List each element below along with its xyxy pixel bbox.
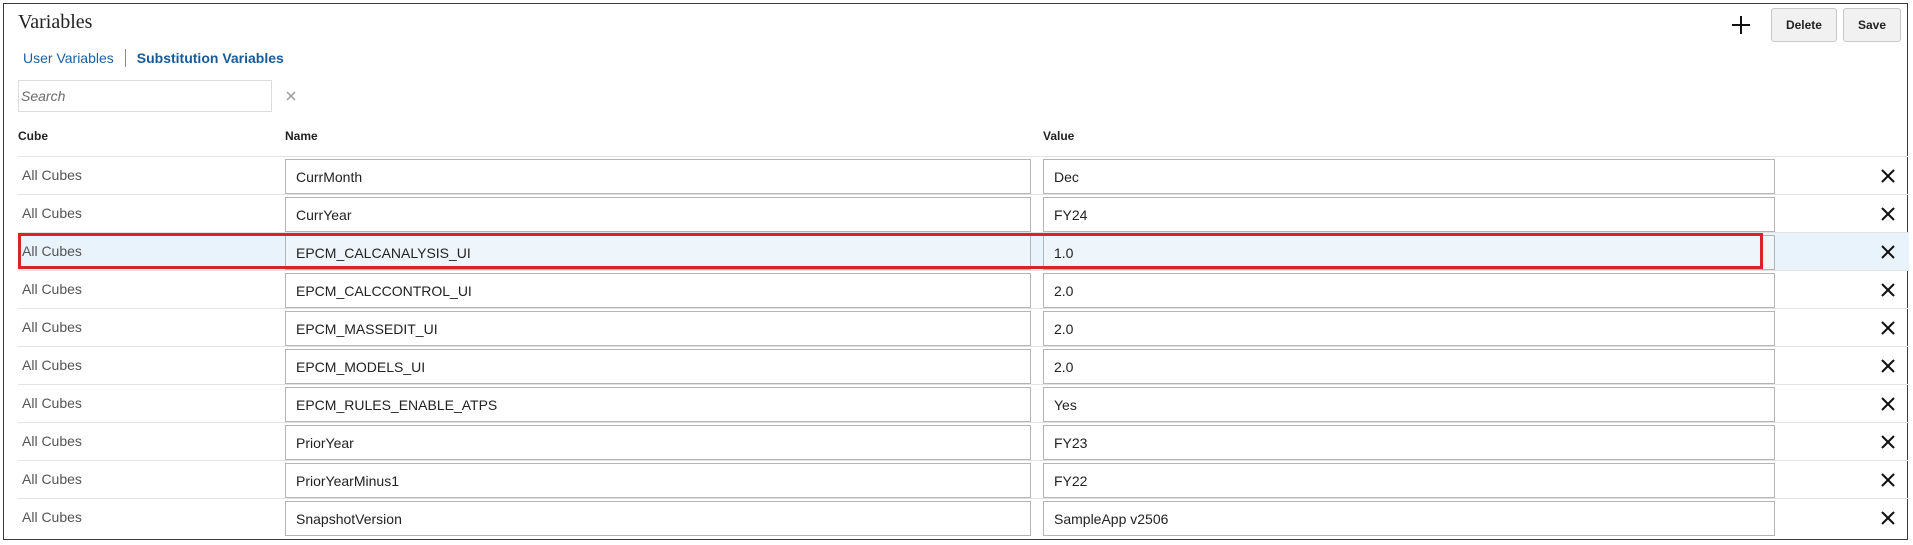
name-field[interactable]: PriorYear [285, 425, 1031, 460]
column-header-name: Name [285, 129, 318, 143]
table-row[interactable]: All Cubes EPCM_RULES_ENABLE_ATPS Yes [18, 384, 1909, 422]
value-field[interactable]: SampleApp v2506 [1043, 501, 1775, 536]
close-icon[interactable] [1880, 434, 1896, 450]
value-field[interactable]: 2.0 [1043, 349, 1775, 384]
column-header-cube: Cube [18, 129, 48, 143]
value-field[interactable]: 1.0 [1043, 235, 1775, 270]
close-icon[interactable] [1880, 282, 1896, 298]
table-row-selected[interactable]: All Cubes EPCM_CALCANALYSIS_UI 1.0 [18, 232, 1909, 270]
close-icon [286, 91, 296, 101]
name-field[interactable]: PriorYearMinus1 [285, 463, 1031, 498]
variables-panel: Variables Delete Save User Variables Sub… [3, 3, 1909, 540]
name-field[interactable]: EPCM_CALCCONTROL_UI [285, 273, 1031, 308]
name-field[interactable]: CurrMonth [285, 159, 1031, 194]
variable-tabs: User Variables Substitution Variables [23, 49, 284, 67]
variables-table: All Cubes CurrMonth Dec All Cubes CurrYe… [18, 156, 1909, 536]
cube-cell: All Cubes [22, 167, 82, 183]
close-icon[interactable] [1880, 358, 1896, 374]
search-clear-button[interactable] [284, 89, 298, 103]
table-row[interactable]: All Cubes EPCM_MODELS_UI 2.0 [18, 346, 1909, 384]
cube-cell: All Cubes [22, 281, 82, 297]
cube-cell: All Cubes [22, 319, 82, 335]
table-row[interactable]: All Cubes PriorYearMinus1 FY22 [18, 460, 1909, 498]
name-field[interactable]: EPCM_RULES_ENABLE_ATPS [285, 387, 1031, 422]
value-field[interactable]: FY24 [1043, 197, 1775, 232]
table-row[interactable]: All Cubes PriorYear FY23 [18, 422, 1909, 460]
search-bar [18, 80, 298, 112]
name-field[interactable]: CurrYear [285, 197, 1031, 232]
table-row[interactable]: All Cubes SnapshotVersion SampleApp v250… [18, 498, 1909, 536]
cube-cell: All Cubes [22, 205, 82, 221]
cube-cell: All Cubes [22, 471, 82, 487]
add-variable-button[interactable] [1725, 9, 1757, 41]
close-icon[interactable] [1880, 510, 1896, 526]
close-icon[interactable] [1880, 244, 1896, 260]
name-field[interactable]: EPCM_MASSEDIT_UI [285, 311, 1031, 346]
delete-button[interactable]: Delete [1770, 8, 1837, 42]
name-field[interactable]: EPCM_CALCANALYSIS_UI [285, 235, 1031, 270]
column-header-value: Value [1043, 129, 1075, 143]
value-field[interactable]: FY23 [1043, 425, 1775, 460]
cube-cell: All Cubes [22, 357, 82, 373]
toolbar: Delete Save [1725, 8, 1901, 42]
close-icon[interactable] [1880, 472, 1896, 488]
close-icon[interactable] [1880, 168, 1896, 184]
table-row[interactable]: All Cubes CurrMonth Dec [18, 156, 1909, 194]
page-title: Variables [18, 11, 93, 33]
close-icon[interactable] [1880, 396, 1896, 412]
name-field[interactable]: EPCM_MODELS_UI [285, 349, 1031, 384]
cube-cell: All Cubes [22, 395, 82, 411]
name-field[interactable]: SnapshotVersion [285, 501, 1031, 536]
value-field[interactable]: 2.0 [1043, 311, 1775, 346]
close-icon[interactable] [1880, 206, 1896, 222]
close-icon[interactable] [1880, 320, 1896, 336]
tab-substitution-variables[interactable]: Substitution Variables [137, 50, 284, 66]
table-row[interactable]: All Cubes EPCM_CALCCONTROL_UI 2.0 [18, 270, 1909, 308]
cube-cell: All Cubes [22, 509, 82, 525]
value-field[interactable]: FY22 [1043, 463, 1775, 498]
value-field[interactable]: Yes [1043, 387, 1775, 422]
table-row[interactable]: All Cubes CurrYear FY24 [18, 194, 1909, 232]
value-field[interactable]: 2.0 [1043, 273, 1775, 308]
save-button[interactable]: Save [1842, 8, 1901, 42]
search-input[interactable] [18, 80, 272, 112]
cube-cell: All Cubes [22, 433, 82, 449]
value-field[interactable]: Dec [1043, 159, 1775, 194]
table-row[interactable]: All Cubes EPCM_MASSEDIT_UI 2.0 [18, 308, 1909, 346]
tab-divider [124, 49, 126, 67]
plus-icon [1731, 16, 1750, 34]
cube-cell: All Cubes [22, 243, 82, 259]
tab-user-variables[interactable]: User Variables [23, 50, 114, 66]
